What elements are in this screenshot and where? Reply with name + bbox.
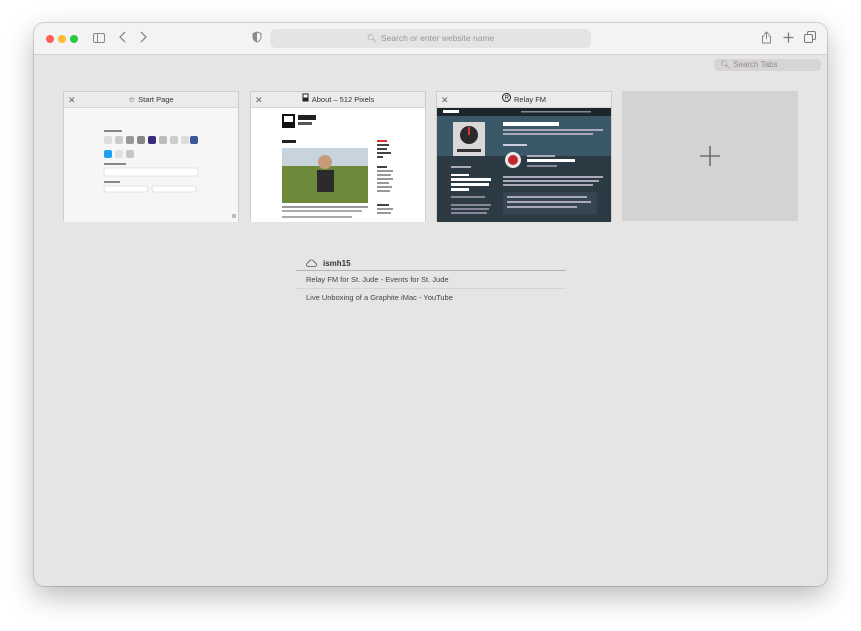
safari-window: 🔍︎ Search or enter website name 🔍︎ Search …: [34, 23, 827, 586]
star-icon: ☆: [128, 95, 136, 104]
close-tab-icon[interactable]: ✕: [255, 92, 263, 108]
toolbar: 🔍︎ Search or enter website name: [34, 23, 827, 55]
minimize-window-button[interactable]: [58, 35, 66, 43]
back-icon[interactable]: [119, 31, 126, 47]
plus-icon: [700, 146, 720, 166]
new-tab-button[interactable]: [622, 91, 798, 221]
share-icon[interactable]: [761, 31, 772, 48]
new-tab-icon[interactable]: [783, 31, 794, 47]
tab-thumbnail-relay-fm[interactable]: ✕ R Relay FM: [436, 91, 612, 222]
close-tab-icon[interactable]: ✕: [441, 92, 449, 108]
search-tabs-placeholder: Search Tabs: [733, 60, 778, 69]
tab-header: ✕ ☆ Start Page: [64, 92, 238, 108]
relay-fm-preview: [437, 108, 611, 222]
tab-header: ✕ R Relay FM: [437, 92, 611, 108]
tab-title: Start Page: [138, 95, 174, 104]
icloud-tab-link[interactable]: Relay FM for St. Jude - Events for St. J…: [296, 271, 566, 289]
relay-fm-favicon: R: [501, 92, 511, 108]
privacy-report-icon[interactable]: [252, 31, 262, 47]
tab-thumbnail-512-pixels[interactable]: ✕ About – 512 Pixels: [250, 91, 426, 222]
address-placeholder: Search or enter website name: [380, 33, 495, 43]
icloud-tabs-section: ismh15 Relay FM for St. Jude - Events fo…: [296, 257, 566, 307]
tab-title: Relay FM: [513, 95, 547, 104]
sidebar-toggle-icon[interactable]: [93, 31, 105, 47]
search-icon: 🔍︎: [366, 34, 377, 43]
zoom-window-button[interactable]: [70, 35, 78, 43]
search-icon: 🔍︎: [720, 60, 731, 69]
icloud-device-header: ismh15: [296, 257, 566, 271]
tab-header: ✕ About – 512 Pixels: [251, 92, 425, 108]
cloud-icon: [306, 257, 317, 271]
start-page-preview: [64, 108, 238, 222]
forward-icon[interactable]: [140, 31, 147, 47]
close-tab-icon[interactable]: ✕: [68, 92, 76, 108]
512-pixels-favicon: [302, 92, 309, 108]
icloud-tab-link[interactable]: Live Unboxing of a Graphite iMac - YouTu…: [296, 289, 566, 307]
tab-thumbnail-start-page[interactable]: ✕ ☆ Start Page: [63, 91, 239, 222]
tab-title: About – 512 Pixels: [311, 95, 375, 104]
search-tabs-field[interactable]: 🔍︎ Search Tabs: [714, 59, 821, 71]
512-pixels-preview: [251, 108, 425, 222]
svg-text:R: R: [505, 96, 510, 102]
tab-overview-icon[interactable]: [804, 31, 816, 47]
device-name: ismh15: [323, 259, 351, 268]
close-window-button[interactable]: [46, 35, 54, 43]
address-bar[interactable]: 🔍︎ Search or enter website name: [270, 29, 591, 48]
